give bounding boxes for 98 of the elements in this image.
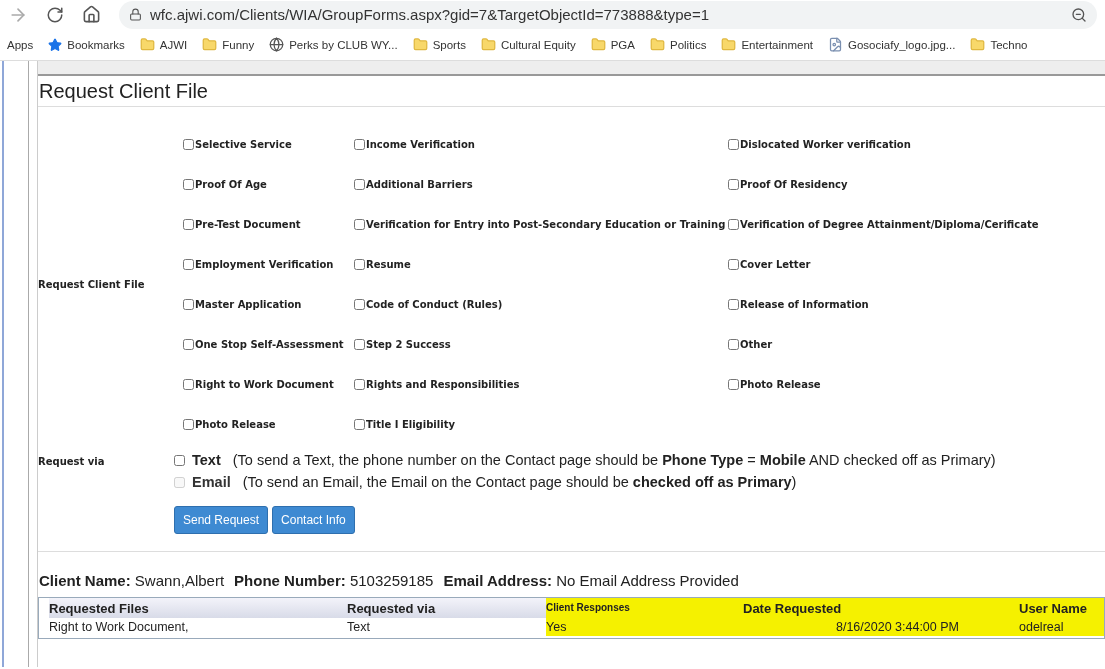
folder-icon [590, 37, 606, 52]
folder-icon [139, 37, 155, 52]
file-option[interactable]: Right to Work Document [183, 378, 354, 390]
file-option[interactable]: Photo Release [728, 378, 1105, 390]
file-option[interactable]: Pre-Test Document [183, 218, 354, 230]
checkbox[interactable] [354, 418, 365, 430]
bookmark[interactable]: PGA [587, 35, 638, 54]
file-option[interactable]: Dislocated Worker verification [728, 138, 1105, 150]
file-option[interactable]: Proof Of Age [183, 178, 354, 190]
column-header: Client Responses [546, 598, 743, 618]
file-option[interactable]: Photo Release [183, 418, 354, 430]
file-option[interactable]: Employment Verification [183, 258, 354, 270]
action-button[interactable]: Contact Info [272, 506, 355, 534]
file-option[interactable]: Title I Eligibility [354, 418, 728, 430]
folder-icon [202, 37, 218, 52]
checkbox[interactable] [354, 338, 365, 350]
checkbox[interactable] [354, 218, 365, 230]
table-cell-text: Right to Work Document, [49, 619, 190, 636]
file-option[interactable]: Rights and Responsibilities [354, 378, 728, 390]
bookmark[interactable]: Entertainment [718, 35, 817, 54]
method-label: Text [192, 452, 221, 468]
url-text: wfc.ajwi.com/Clients/WIA/GroupForms.aspx?gid=7&TargetObjectId=773888&type=1 [150, 6, 711, 23]
bookmark[interactable]: Politics [647, 35, 710, 54]
folder-icon [412, 37, 428, 52]
file-option[interactable]: Step 2 Success [354, 338, 728, 350]
file-option[interactable]: One Stop Self-Assessment [183, 338, 354, 350]
client-field: Email Address: No Email Address Provided [443, 572, 739, 589]
home-icon[interactable] [82, 5, 101, 24]
table-cell: 8/16/2020 3:44:00 PM [743, 618, 1019, 636]
checkbox[interactable] [728, 378, 739, 390]
bookmark[interactable]: Gosociafy_logo.jpg... [825, 35, 959, 54]
checkbox[interactable] [183, 258, 194, 270]
column-header: Requested Files [49, 598, 347, 618]
bookmark[interactable]: AJWI [136, 35, 191, 54]
globe-icon [269, 37, 285, 52]
action-button[interactable]: Send Request [174, 506, 269, 534]
star-icon [48, 37, 63, 52]
checkbox[interactable] [183, 218, 194, 230]
bookmark[interactable]: Sports [409, 35, 469, 54]
address-bar[interactable]: wfc.ajwi.com/Clients/WIA/GroupForms.aspx?gid=7&TargetObjectId=773888&type=1 [119, 0, 1097, 29]
file-icon [828, 37, 844, 52]
checkbox[interactable] [183, 418, 194, 430]
file-option[interactable]: Proof Of Residency [728, 178, 1105, 190]
bookmark[interactable]: Perks by CLUB WY... [266, 35, 401, 54]
checkbox[interactable] [183, 178, 194, 190]
table-cell-text: Text [347, 619, 371, 636]
checkbox[interactable] [354, 258, 365, 270]
client-field: Client Name: Swann,Albert [39, 572, 225, 589]
method-label: Email [192, 474, 231, 490]
table-cell: odelreal [1019, 618, 1104, 636]
table-cell: Yes [546, 618, 743, 636]
checkbox[interactable] [354, 178, 365, 190]
file-option[interactable]: Code of Conduct (Rules) [354, 298, 728, 310]
checkbox[interactable] [354, 298, 365, 310]
lock-icon [129, 8, 142, 21]
checkbox[interactable] [183, 338, 194, 350]
request-via-label: Request via [38, 455, 106, 469]
file-option[interactable]: Verification of Degree Attainment/Diploma/Cerificate [728, 218, 1105, 230]
file-option[interactable]: Income Verification [354, 138, 728, 150]
checkbox[interactable] [183, 138, 194, 150]
checkbox[interactable] [728, 258, 739, 270]
method-note: (To send an Email, the Email on the Contact page should be checked off as Primary) [242, 474, 797, 490]
method-note: (To send a Text, the phone number on the Contact page should be Phone Type = Mobile AND checked off as Primary) [232, 452, 996, 468]
checkbox[interactable] [728, 338, 739, 350]
file-option[interactable]: Other [728, 338, 1105, 350]
column-header: User Name [1019, 598, 1104, 618]
checkbox[interactable] [183, 378, 194, 390]
column-header: Date Requested [743, 598, 1019, 618]
checkbox[interactable] [728, 218, 739, 230]
column-header: Requested via [347, 598, 546, 618]
file-option[interactable]: Release of Information [728, 298, 1105, 310]
checkbox[interactable] [728, 298, 739, 310]
file-option[interactable]: Verification for Entry into Post-Secondary Education or Training [354, 218, 728, 230]
section-label: Request Client File [38, 278, 146, 290]
file-option[interactable]: Cover Letter [728, 258, 1105, 270]
bookmark[interactable]: Apps [4, 36, 37, 53]
checkbox[interactable] [728, 178, 739, 190]
bookmark[interactable]: Funny [199, 35, 258, 54]
bookmark[interactable]: Cultural Equity [477, 35, 579, 54]
file-option[interactable]: Selective Service [183, 138, 354, 150]
folder-icon [480, 37, 496, 52]
file-option[interactable]: Master Application [183, 298, 354, 310]
form-title: Request Client File [38, 76, 1105, 107]
reload-icon[interactable] [46, 5, 64, 24]
checkbox[interactable] [174, 454, 185, 466]
checkbox[interactable] [354, 378, 365, 390]
bookmark[interactable]: Bookmarks [45, 35, 128, 54]
zoom-icon[interactable] [1071, 6, 1087, 23]
checkbox[interactable] [183, 298, 194, 310]
checkbox[interactable] [354, 138, 365, 150]
bookmark[interactable]: Techno [967, 35, 1031, 54]
folder-icon [970, 37, 986, 52]
file-option[interactable]: Additional Barriers [354, 178, 728, 190]
client-field: Phone Number: 5103259185 [234, 572, 434, 589]
checkbox[interactable] [728, 138, 739, 150]
folder-icon [721, 37, 737, 52]
folder-icon [650, 37, 665, 52]
file-option[interactable]: Resume [354, 258, 728, 270]
